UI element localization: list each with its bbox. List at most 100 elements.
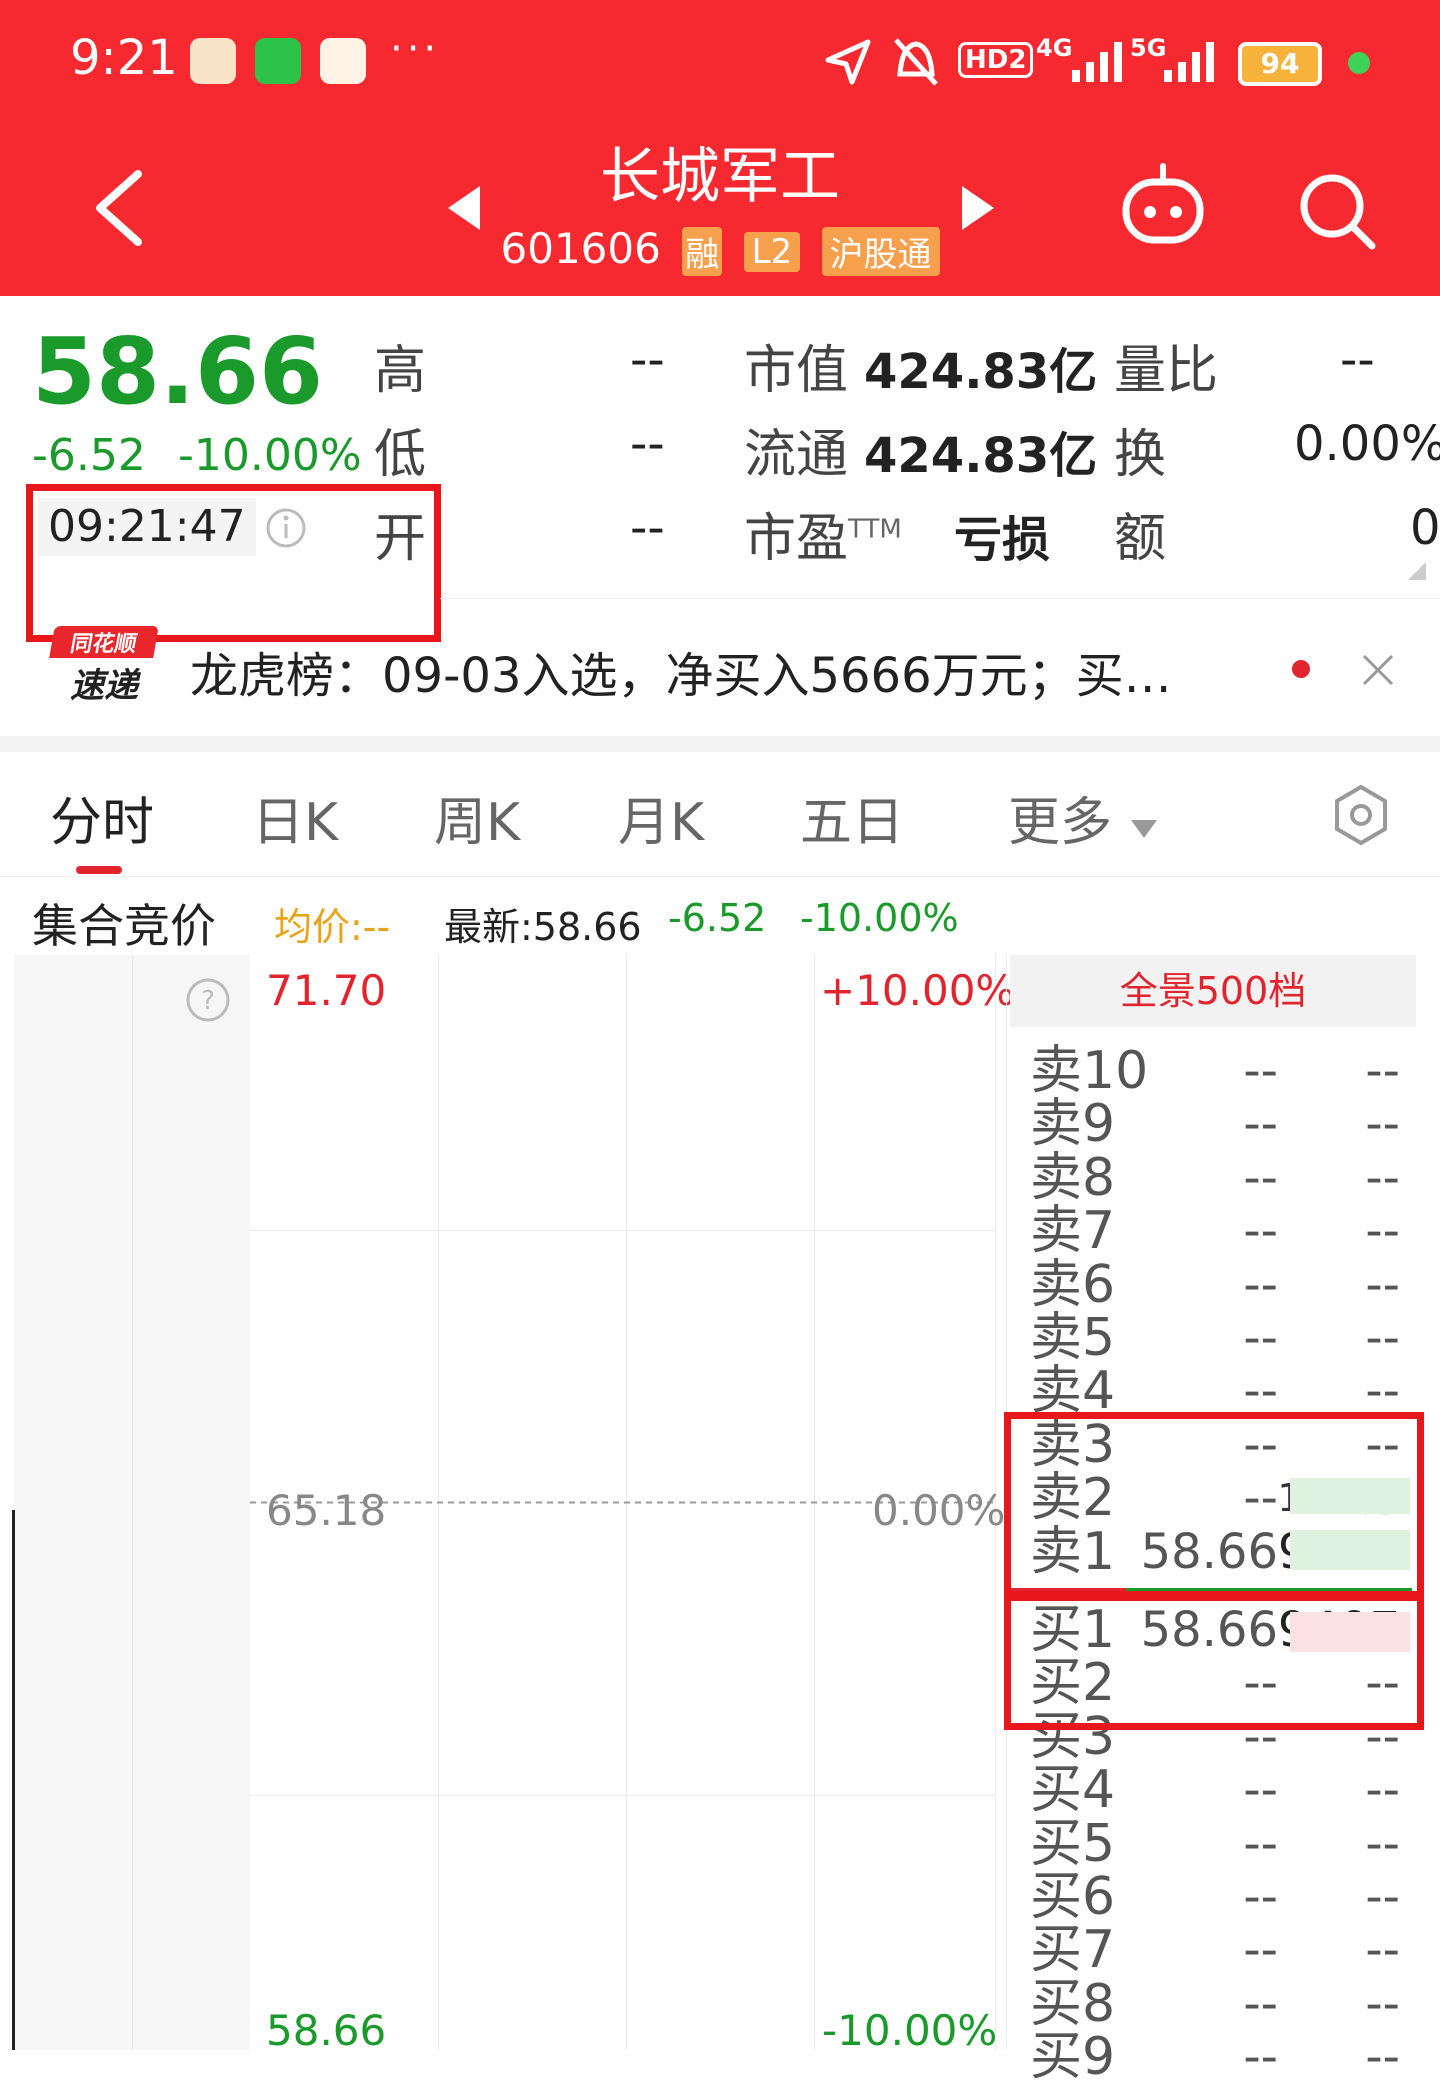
next-stock-icon[interactable] (960, 184, 996, 232)
location-icon (825, 39, 871, 85)
bid-level-row[interactable]: 买4 -- -- (1030, 1764, 1410, 1817)
unread-dot (1292, 660, 1310, 678)
ask-level-row[interactable]: 卖10 -- -- (1030, 1045, 1410, 1098)
tab-five-day[interactable]: 五日 (800, 780, 904, 855)
float-cap-value: 424.83亿 (864, 428, 1098, 484)
market-cap-label: 市值 (744, 341, 849, 401)
news-badge: 同花顺 速递 (49, 626, 159, 712)
help-icon[interactable]: ? (184, 976, 232, 1024)
bid-level-price: -- (1243, 1922, 1278, 1979)
high-label: 高 (374, 341, 427, 401)
app-header: 9:21 ··· HD2 4G 5G 94 长城军工 601606 融 L2 沪… (0, 0, 1440, 296)
bid-level-name: 买7 (1030, 1920, 1116, 1981)
bid-level-row[interactable]: 买5 -- -- (1030, 1813, 1410, 1874)
pe-ttm-sup: TTM (848, 514, 902, 545)
bid-level-name: 买8 (1030, 1973, 1116, 2034)
app-notification-icon (190, 38, 236, 84)
amount-label: 额 (1114, 509, 1167, 569)
bid-level-row[interactable]: 买7 -- -- (1030, 1924, 1410, 1977)
search-icon[interactable] (1296, 170, 1380, 254)
ask-level-qty: -- (1365, 1149, 1400, 1206)
tabs-divider (0, 876, 1440, 877)
stock-code: 601606 (500, 224, 661, 273)
settings-hex-icon[interactable] (1330, 784, 1392, 846)
left-edge-line (12, 1510, 15, 2050)
ask-level-row[interactable]: 卖4 -- -- (1030, 1365, 1410, 1418)
tab-more[interactable]: 更多 (1008, 780, 1159, 855)
ask-level-price: -- (1243, 1096, 1278, 1153)
ask-level-row[interactable]: 卖8 -- -- (1030, 1147, 1410, 1208)
low-value: -- (630, 416, 665, 472)
ask-level-price: -- (1243, 1256, 1278, 1313)
bid-level-name: 买6 (1030, 1867, 1116, 1927)
network-4g-label: 4G (1036, 34, 1073, 62)
bid-level-qty: -- (1365, 1975, 1400, 2032)
ask-level-qty: -- (1365, 1363, 1400, 1420)
tab-monthly-k[interactable]: 月K (618, 780, 704, 855)
y-tick-right-mid: 0.00% (872, 1486, 1006, 1535)
pe-label: 市盈TTM (744, 496, 902, 571)
news-badge-top: 同花顺 (49, 626, 159, 658)
bid-level-price: -- (1243, 1975, 1278, 2032)
panorama-500-button[interactable]: 全景500档 (1010, 955, 1416, 1027)
ask-level-name: 卖8 (1030, 1147, 1116, 1208)
signal-icon (1072, 42, 1122, 82)
signal-icon-2 (1164, 42, 1214, 82)
auction-phase-label: 集合竞价 (32, 899, 216, 953)
bid-level-row[interactable]: 买6 -- -- (1030, 1871, 1410, 1924)
connect-tag: 沪股通 (821, 227, 940, 276)
tab-daily-k[interactable]: 日K (252, 780, 338, 855)
bid-level-qty: -- (1365, 1922, 1400, 1979)
ask-level-qty: -- (1365, 1043, 1400, 1099)
margin-tag: 融 (682, 227, 723, 276)
ask-level-row[interactable]: 卖5 -- -- (1030, 1312, 1410, 1365)
tab-intraday[interactable]: 分时 (50, 780, 154, 855)
ask-level-name: 卖9 (1030, 1094, 1116, 1155)
bid-level-name: 买5 (1030, 1813, 1116, 1874)
latest-price-label: 最新:58.66 (444, 905, 642, 949)
ask-level-name: 卖6 (1030, 1254, 1116, 1315)
chart-change-pct: -10.00% (800, 896, 959, 940)
robot-assistant-icon[interactable] (1118, 162, 1208, 252)
close-icon[interactable] (1360, 652, 1396, 688)
bid-highlight-box (1004, 1594, 1424, 1730)
y-tick-right-low: -10.00% (822, 2006, 998, 2055)
open-label: 开 (374, 509, 427, 569)
stock-subtitle: 601606 融 L2 沪股通 (0, 224, 1440, 276)
app-notification-icon-2 (320, 38, 366, 84)
ask-level-row[interactable]: 卖9 -- -- (1030, 1098, 1410, 1151)
ask-level-price: -- (1243, 1203, 1278, 1260)
ask-level-row[interactable]: 卖7 -- -- (1030, 1205, 1410, 1258)
low-label: 低 (374, 425, 427, 485)
y-tick-left-mid: 65.18 (266, 1486, 387, 1535)
svg-text:?: ? (201, 986, 215, 1016)
volume-ratio-value: -- (1340, 332, 1375, 388)
network-5g-label: 5G (1130, 34, 1167, 62)
tab-active-indicator (76, 866, 122, 874)
price-change: -6.52 (32, 430, 146, 481)
tab-more-label: 更多 (1008, 793, 1113, 853)
bid-level-qty: -- (1365, 1762, 1400, 1819)
bid-level-price: -- (1243, 1815, 1278, 1872)
ask-level-price: -- (1243, 1363, 1278, 1420)
market-cap-value: 424.83亿 (864, 344, 1098, 400)
side-panel-divider (132, 955, 133, 2050)
news-text[interactable]: 龙虎榜：09-03入选，净买入5666万元；买… (190, 636, 1172, 706)
bid-level-row[interactable]: 买9 -- -- (1030, 2031, 1410, 2084)
bid-level-qty: -- (1365, 1869, 1400, 1925)
wechat-icon (255, 38, 301, 84)
status-dot-icon (1348, 52, 1370, 74)
chart-change: -6.52 (668, 896, 767, 940)
bid-level-row[interactable]: 买8 -- -- (1030, 1973, 1410, 2034)
ask-level-price: -- (1243, 1043, 1278, 1099)
expand-corner-icon[interactable] (1408, 562, 1426, 580)
ask-level-price: -- (1243, 1149, 1278, 1206)
tab-weekly-k[interactable]: 周K (434, 780, 520, 855)
pe-label-text: 市盈 (744, 509, 849, 569)
ask-level-name: 卖4 (1030, 1361, 1116, 1422)
ask-level-qty: -- (1365, 1310, 1400, 1366)
ask-level-row[interactable]: 卖6 -- -- (1030, 1254, 1410, 1315)
bid-level-qty: -- (1365, 2029, 1400, 2086)
y-tick-right-high: +10.00% (820, 966, 1016, 1015)
bid-level-qty: -- (1365, 1815, 1400, 1872)
